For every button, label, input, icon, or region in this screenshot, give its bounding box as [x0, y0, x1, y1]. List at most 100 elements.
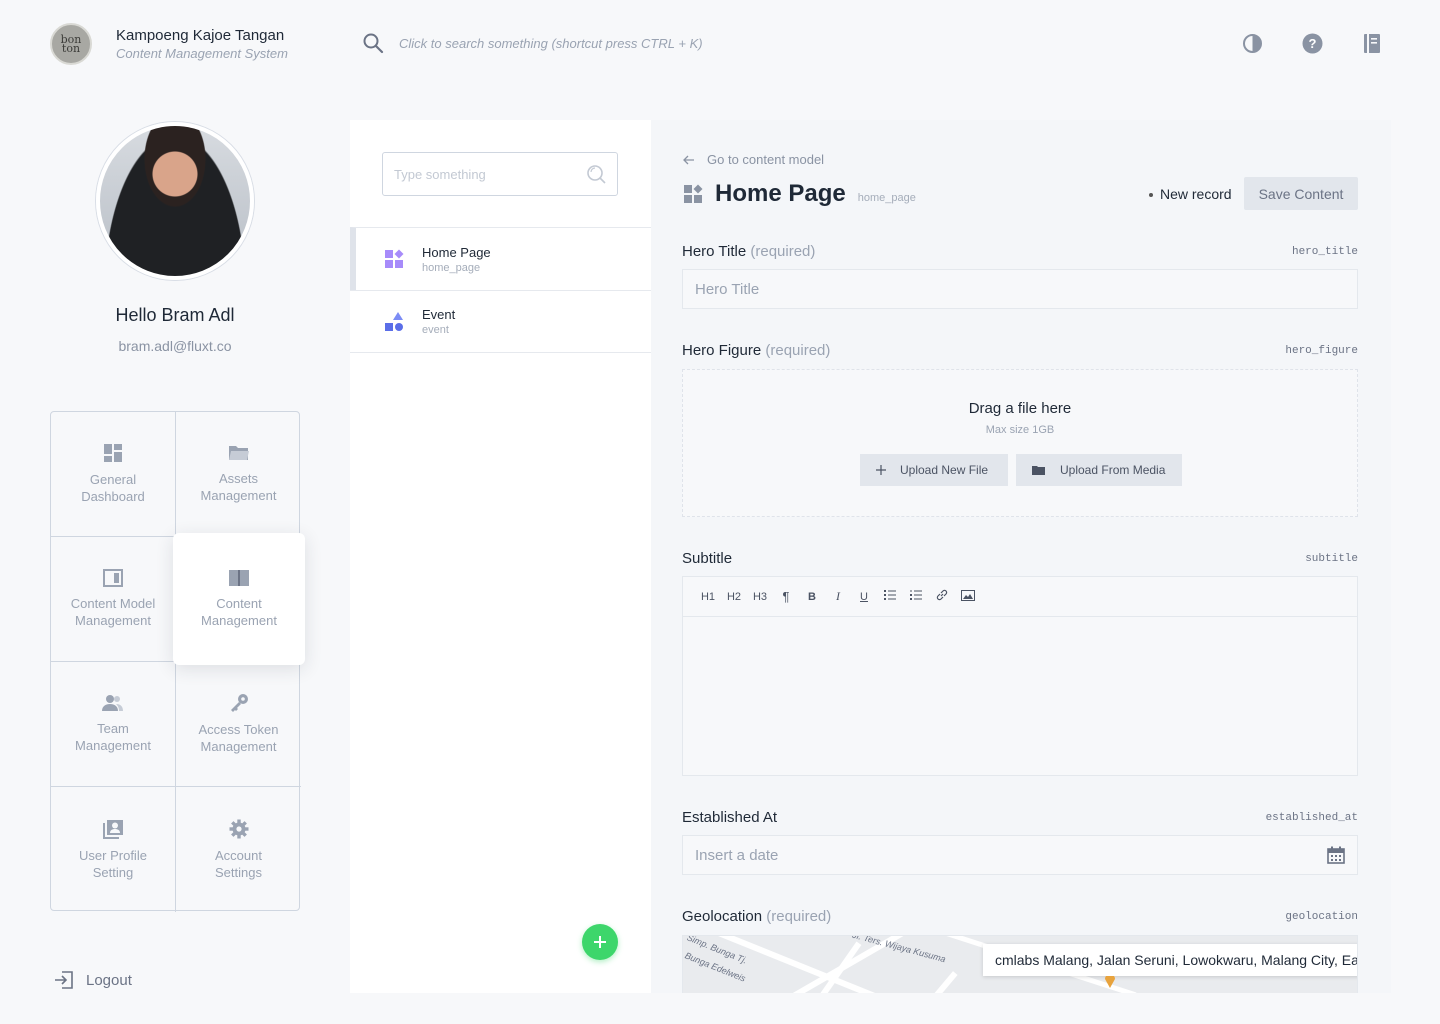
plus-icon	[594, 936, 606, 948]
book-icon	[229, 570, 249, 586]
menu-team-management[interactable]: Team Management	[51, 662, 176, 787]
dashboard-icon	[684, 184, 703, 203]
menu-label: General	[89, 472, 137, 487]
model-key: home_page	[422, 261, 481, 274]
plus-icon	[876, 465, 886, 475]
field-label-hero-figure: Hero Figure (required)	[682, 342, 830, 359]
logout-button[interactable]: Logout	[54, 970, 132, 990]
field-key: subtitle	[1305, 553, 1358, 565]
required-tag: (required)	[766, 908, 832, 925]
italic-button[interactable]: I	[825, 589, 851, 604]
menu-content-management[interactable]: Content Management	[173, 533, 305, 665]
map-pin-icon	[1105, 976, 1115, 988]
established-at-date-input[interactable]: Insert a date	[682, 835, 1358, 875]
menu-label: User Profile	[79, 847, 147, 863]
model-name: Event	[422, 307, 456, 322]
logo-text: bon ton	[60, 33, 82, 55]
rich-text-editor[interactable]: H1 H2 H3 ¶ B I U	[682, 576, 1358, 776]
menu-label: Management	[200, 488, 277, 503]
save-content-button[interactable]: Save Content	[1244, 177, 1358, 210]
search-icon[interactable]	[362, 32, 384, 54]
menu-label: Management	[201, 613, 277, 628]
page-title-key: home_page	[857, 192, 916, 204]
menu-label: Management	[75, 613, 151, 628]
folder-icon	[228, 446, 249, 460]
status-badge: New record	[1149, 186, 1232, 202]
model-item-home-page[interactable]: Home Page home_page	[350, 227, 651, 290]
menu-general-dashboard[interactable]: General Dashboard	[51, 412, 176, 537]
brand-title: Kampoeng Kajoe Tangan	[116, 27, 285, 44]
required-tag: (required)	[750, 243, 816, 260]
label-text: Hero Title	[682, 243, 747, 260]
dropzone-title: Drag a file here	[968, 400, 1072, 417]
menu-label: Account	[215, 847, 262, 863]
underline-button[interactable]: U	[851, 591, 877, 603]
page-title-text: Home Page	[715, 180, 846, 207]
add-model-button[interactable]	[582, 924, 618, 960]
numbered-list-icon	[910, 590, 922, 600]
logout-label: Logout	[86, 971, 132, 989]
field-label-established-at: Established At	[682, 809, 778, 826]
file-dropzone[interactable]: Drag a file here Max size 1GB Upload New…	[682, 369, 1358, 517]
shapes-icon	[385, 311, 403, 331]
map-address-tooltip: cmlabs Malang, Jalan Seruni, Lowokwaru, …	[983, 944, 1357, 976]
button-label: Upload New File	[900, 463, 989, 477]
model-search-box	[382, 152, 618, 196]
bold-button[interactable]: B	[799, 591, 825, 603]
model-item-event[interactable]: Event event	[350, 290, 651, 353]
h1-button[interactable]: H1	[695, 591, 721, 603]
menu-label: Management	[200, 739, 277, 754]
docs-icon[interactable]	[1361, 32, 1383, 54]
link-button[interactable]	[929, 589, 955, 604]
dashboard-icon	[385, 249, 404, 268]
link-icon	[936, 589, 948, 601]
menu-label: Dashboard	[81, 489, 145, 504]
bullet-list-button[interactable]	[877, 590, 903, 603]
paragraph-button[interactable]: ¶	[773, 589, 799, 604]
menu-content-model-management[interactable]: Content Model Management	[51, 537, 176, 662]
menu-access-token-management[interactable]: Access Token Management	[176, 662, 301, 787]
image-button[interactable]	[955, 589, 981, 604]
team-icon	[102, 695, 123, 711]
h3-button[interactable]: H3	[747, 591, 773, 603]
upload-from-media-button[interactable]: Upload From Media	[1016, 454, 1182, 486]
menu-account-settings[interactable]: Account Settings	[176, 787, 301, 912]
field-key: established_at	[1265, 812, 1358, 824]
model-key: event	[422, 324, 449, 336]
main-menu: General Dashboard Assets Management Conten…	[50, 411, 305, 912]
menu-label: Setting	[92, 864, 134, 880]
folder-icon	[1032, 465, 1045, 475]
svg-text:?: ?	[1308, 36, 1316, 51]
search-icon[interactable]	[586, 164, 606, 184]
menu-label: Management	[75, 738, 151, 753]
numbered-list-button[interactable]	[903, 590, 929, 603]
key-icon	[230, 694, 248, 712]
menu-assets-management[interactable]: Assets Management	[176, 412, 301, 537]
menu-label: Content Model	[70, 596, 156, 611]
contrast-icon[interactable]	[1241, 32, 1263, 54]
menu-label: Team	[97, 721, 129, 736]
bullet-list-icon	[884, 590, 896, 600]
location-map[interactable]: Simp. Bunga Tj. Bunga Edelweis Jl. Ters.…	[682, 935, 1358, 993]
label-text: Geolocation	[682, 908, 763, 925]
calendar-icon[interactable]	[1327, 846, 1345, 864]
h2-button[interactable]: H2	[721, 591, 747, 603]
upload-new-file-button[interactable]: Upload New File	[860, 454, 1008, 486]
field-key: hero_title	[1291, 246, 1358, 258]
field-label-geolocation: Geolocation (required)	[682, 908, 831, 925]
user-profile-icon	[102, 819, 123, 839]
required-tag: (required)	[765, 342, 831, 359]
hero-title-input[interactable]: Hero Title	[682, 269, 1358, 309]
back-label: Go to content model	[707, 152, 825, 167]
model-search-input[interactable]	[394, 166, 586, 182]
content-editor-panel: Go to content model Home Page home_page …	[651, 120, 1391, 993]
field-key: geolocation	[1285, 911, 1358, 923]
global-search-hint[interactable]: Click to search something (shortcut pres…	[399, 36, 703, 51]
menu-user-profile-setting[interactable]: User Profile Setting	[51, 787, 176, 912]
model-name: Home Page	[422, 244, 491, 260]
back-to-content-model-link[interactable]: Go to content model	[683, 152, 824, 167]
image-icon	[961, 589, 975, 601]
help-icon[interactable]: ?	[1301, 32, 1323, 54]
map-road	[914, 971, 958, 993]
brand-subtitle: Content Management System	[116, 46, 288, 61]
